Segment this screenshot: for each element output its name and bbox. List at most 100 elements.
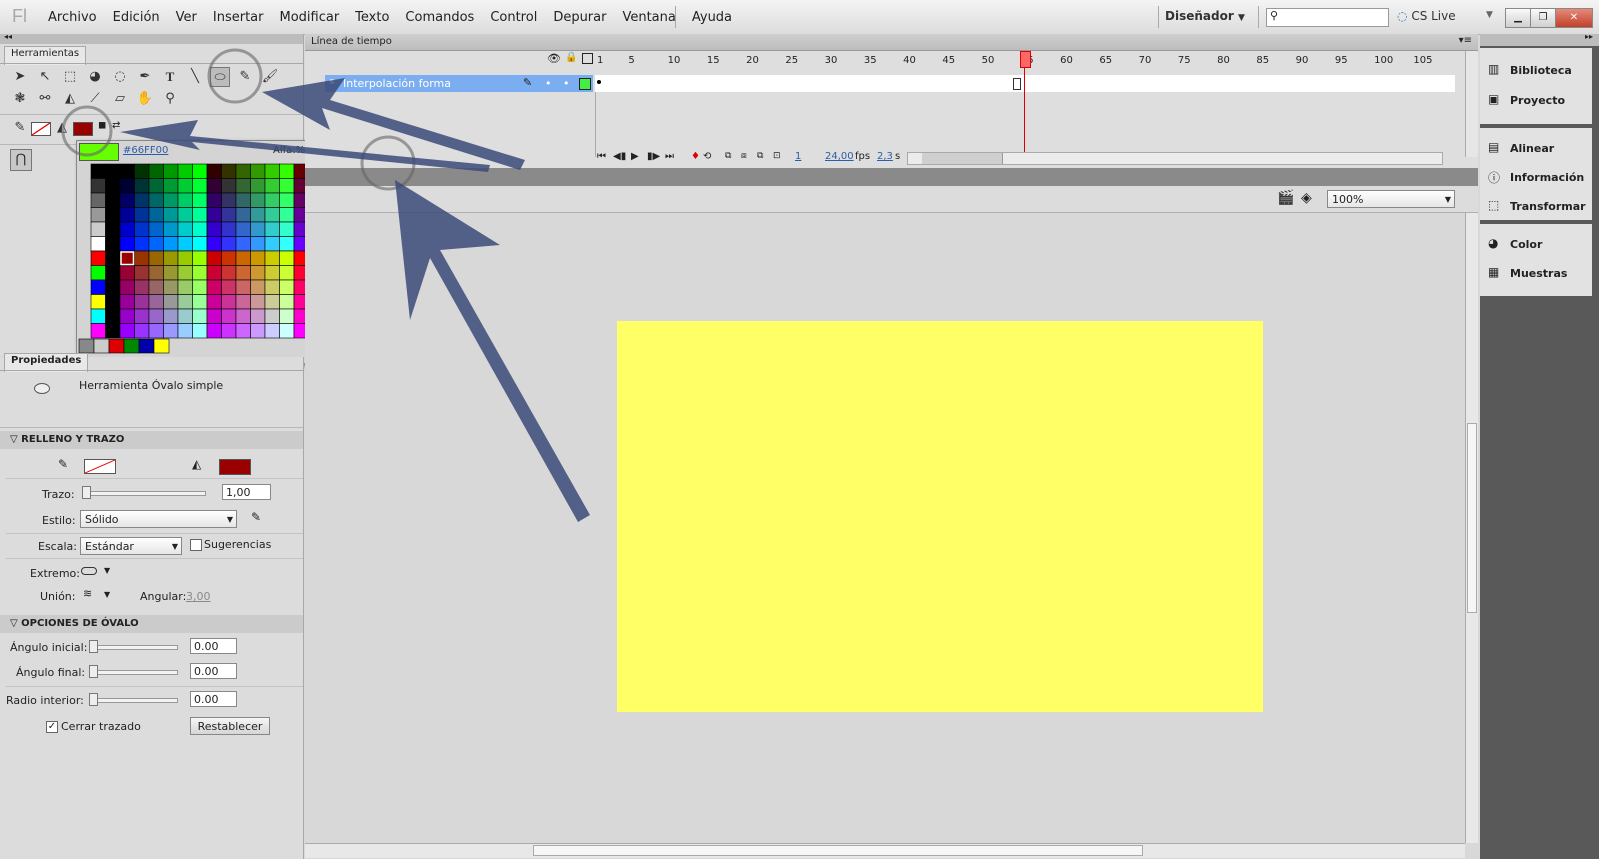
current-frame[interactable]: 1 xyxy=(795,151,801,162)
swatch-cell[interactable] xyxy=(163,308,179,324)
reset-button[interactable]: Restablecer xyxy=(190,717,270,735)
swatch-cell[interactable] xyxy=(206,250,222,266)
menu-item-4[interactable]: Modificar xyxy=(271,10,347,25)
end-angle-slider[interactable] xyxy=(92,670,178,675)
eraser-tool-icon[interactable]: ▱ xyxy=(110,89,130,109)
swatch-cell[interactable] xyxy=(221,279,237,295)
layer-row[interactable]: ▪ Interpolación forma ✎ • • xyxy=(325,75,593,92)
swatch-cell[interactable] xyxy=(264,250,280,266)
swatch-cell[interactable] xyxy=(206,265,222,281)
swatch-cell[interactable] xyxy=(105,265,121,281)
swatch-cell[interactable] xyxy=(221,250,237,266)
fps-value[interactable]: 24,00 xyxy=(825,151,854,162)
join-round-icon[interactable]: ≋ xyxy=(83,587,92,600)
play-icon[interactable]: ▶ xyxy=(631,151,639,162)
close-button[interactable]: ✕ xyxy=(1555,8,1593,28)
swatch-cell[interactable] xyxy=(105,221,121,237)
next-frame-icon[interactable]: ▮▶ xyxy=(647,151,660,162)
zoom-dropdown[interactable]: 100% xyxy=(1327,190,1455,209)
swap-colors-icon[interactable]: ⇄ xyxy=(112,120,120,131)
swatch-cell[interactable] xyxy=(221,308,237,324)
swatch-cell[interactable] xyxy=(134,207,150,223)
swatch-cell[interactable] xyxy=(221,178,237,194)
swatch-cell[interactable] xyxy=(235,221,251,237)
swatch-cell[interactable] xyxy=(90,308,106,324)
dock-item-transform[interactable]: Transformar xyxy=(1510,200,1586,213)
swatch-cell[interactable] xyxy=(192,294,208,310)
style-dropdown[interactable]: Sólido xyxy=(80,510,237,529)
swatch-cell[interactable] xyxy=(134,294,150,310)
swatch-cell[interactable] xyxy=(250,250,266,266)
eye-icon[interactable]: 👁 xyxy=(547,52,561,65)
swatch-cell[interactable] xyxy=(177,163,193,179)
eyedropper-tool-icon[interactable]: ⟋ xyxy=(85,89,105,109)
swatch-cell[interactable] xyxy=(264,221,280,237)
swatch-cell[interactable] xyxy=(90,265,106,281)
swatch-cell[interactable] xyxy=(148,221,164,237)
gradient-swatch[interactable] xyxy=(138,338,155,354)
3d-rotation-tool-icon[interactable]: ◕ xyxy=(85,67,105,87)
tab-timeline[interactable]: Línea de tiempo xyxy=(311,36,392,47)
inner-radius-knob[interactable] xyxy=(89,693,98,706)
swatch-cell[interactable] xyxy=(148,323,164,339)
swatch-cell[interactable] xyxy=(148,192,164,208)
swatch-cell[interactable] xyxy=(235,178,251,194)
scale-dropdown[interactable]: Estándar xyxy=(80,537,182,556)
swatch-cell[interactable] xyxy=(264,279,280,295)
stage-hscrollbar[interactable] xyxy=(305,843,1465,858)
swatch-cell[interactable] xyxy=(163,294,179,310)
swatch-cell[interactable] xyxy=(177,178,193,194)
swatch-cell[interactable] xyxy=(250,308,266,324)
swatch-cell[interactable] xyxy=(192,250,208,266)
stage-vscrollbar[interactable] xyxy=(1465,213,1478,843)
swatch-cell[interactable] xyxy=(163,178,179,194)
swatch-cell[interactable] xyxy=(163,236,179,252)
swatch-cell[interactable] xyxy=(134,308,150,324)
swatch-cell[interactable] xyxy=(264,265,280,281)
swatch-cell[interactable] xyxy=(221,207,237,223)
dock-collapse-bar[interactable]: ▸▸ xyxy=(1480,32,1599,46)
gradient-swatch[interactable] xyxy=(93,338,110,354)
swatch-cell[interactable] xyxy=(119,308,135,324)
workspace-switcher[interactable]: Diseñador ▼ xyxy=(1165,9,1245,23)
swatch-cell[interactable] xyxy=(90,250,106,266)
swatch-cell[interactable] xyxy=(206,163,222,179)
fill-color-swatch[interactable] xyxy=(73,122,93,136)
swatch-cell[interactable] xyxy=(134,236,150,252)
swatch-cell[interactable] xyxy=(221,163,237,179)
swatch-cell[interactable] xyxy=(134,265,150,281)
swatch-cell[interactable] xyxy=(221,221,237,237)
swatch-cell[interactable] xyxy=(192,192,208,208)
swatch-cell[interactable] xyxy=(192,236,208,252)
close-path-checkbox[interactable]: ✓ xyxy=(46,721,58,733)
prev-frame-icon[interactable]: ◀▮ xyxy=(613,151,626,162)
swatch-cell[interactable] xyxy=(177,308,193,324)
swatch-cell[interactable] xyxy=(206,236,222,252)
dock-item-project[interactable]: Proyecto xyxy=(1510,94,1565,107)
paint-bucket-tool-icon[interactable]: ◭ xyxy=(60,89,80,109)
swatch-cell[interactable] xyxy=(148,279,164,295)
restore-button[interactable]: ❐ xyxy=(1530,8,1556,28)
swatch-cell[interactable] xyxy=(134,163,150,179)
swatch-cell[interactable] xyxy=(192,323,208,339)
pencil-tool-icon[interactable]: ✎ xyxy=(235,67,255,87)
swatch-cell[interactable] xyxy=(119,207,135,223)
swatch-cell[interactable] xyxy=(279,308,295,324)
gradient-swatch[interactable] xyxy=(108,338,125,354)
swatch-cell[interactable] xyxy=(119,265,135,281)
swatch-cell[interactable] xyxy=(264,323,280,339)
swatch-cell[interactable] xyxy=(90,323,106,339)
swatch-cell[interactable] xyxy=(221,265,237,281)
oval-options-header[interactable]: ▽ OPCIONES DE ÓVALO xyxy=(0,615,303,633)
lock-dot[interactable]: • xyxy=(563,77,570,90)
help-search-input[interactable]: ⚲ xyxy=(1266,8,1389,27)
swatch-cell[interactable] xyxy=(221,236,237,252)
timeline-vscrollbar[interactable] xyxy=(1465,51,1478,157)
swatch-cell[interactable] xyxy=(279,279,295,295)
swatch-cell[interactable] xyxy=(250,192,266,208)
swatch-cell[interactable] xyxy=(177,279,193,295)
swatch-cell[interactable] xyxy=(264,178,280,194)
swatch-cell[interactable] xyxy=(192,308,208,324)
outline-color-box[interactable] xyxy=(579,78,591,90)
stroke-color-swatch[interactable] xyxy=(84,459,116,474)
